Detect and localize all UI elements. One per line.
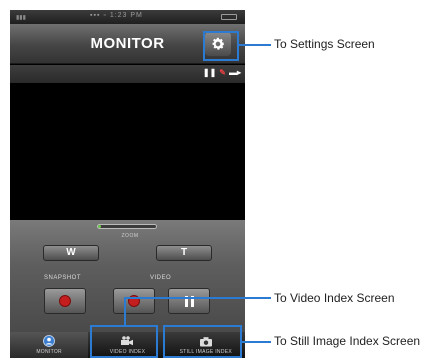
still-index-callout-box: [163, 325, 242, 358]
status-bar: ▮▮▮ ▪▪▪ ▫ 1:23 PM: [10, 10, 245, 24]
video-index-callout-label: To Video Index Screen: [274, 291, 395, 305]
settings-callout-label: To Settings Screen: [274, 37, 375, 51]
settings-callout-line: [239, 44, 271, 46]
viewfinder: [10, 83, 245, 220]
still-index-callout-line: [242, 341, 271, 343]
status-text: ▪▪▪ ▫ 1:23 PM: [90, 12, 143, 19]
monitor-icon: [41, 334, 57, 348]
video-index-callout-line: [124, 297, 126, 325]
still-index-callout-label: To Still Image Index Screen: [274, 334, 421, 348]
zoom-wide-button[interactable]: W: [43, 245, 99, 261]
zoom-slider[interactable]: [97, 224, 157, 229]
zoom-label: ZOOM: [121, 233, 139, 239]
battery-icon: ▬▸: [228, 68, 241, 77]
video-pause-button[interactable]: [168, 288, 210, 314]
video-record-button[interactable]: [113, 288, 155, 314]
pause-indicator-icon: ❚❚: [202, 68, 217, 77]
snapshot-label: SNAPSHOT: [44, 275, 82, 281]
signal-icon: ▮▮▮: [16, 15, 26, 21]
figure: ▮▮▮ ▪▪▪ ▫ 1:23 PM MONITOR ❚❚ ✎ ▬▸ ZOOM W…: [0, 0, 439, 358]
video-index-callout-line: [125, 297, 271, 299]
video-label: VIDEO: [150, 275, 172, 281]
control-panel: ZOOM W T SNAPSHOT VIDEO: [10, 220, 245, 332]
phone-screen: ▮▮▮ ▪▪▪ ▫ 1:23 PM MONITOR ❚❚ ✎ ▬▸ ZOOM W…: [10, 10, 245, 358]
zoom-slider-fill: [98, 225, 101, 228]
record-icon: [59, 295, 71, 307]
settings-callout-box: [203, 31, 239, 61]
battery-icon: [221, 14, 237, 20]
video-index-callout-box: [90, 325, 158, 358]
tab-label: MONITOR: [36, 349, 62, 355]
tab-monitor[interactable]: MONITOR: [10, 332, 89, 358]
zoom-tele-button[interactable]: T: [156, 245, 212, 261]
pen-icon: ✎: [219, 68, 226, 77]
camera-status-strip: ❚❚ ✎ ▬▸: [10, 65, 245, 83]
snapshot-button[interactable]: [44, 288, 86, 314]
